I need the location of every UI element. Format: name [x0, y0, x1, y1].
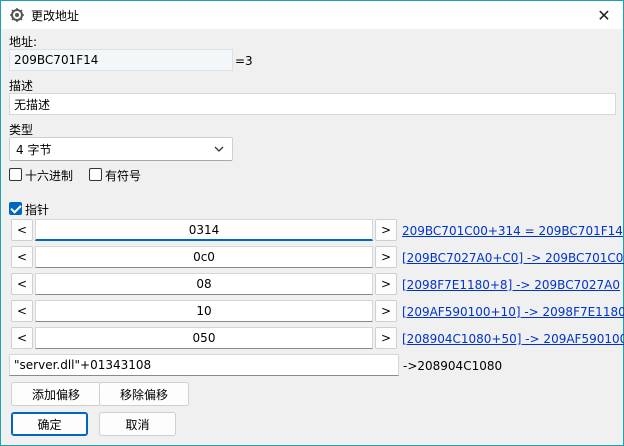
offset-link-1[interactable]: [209BC7027A0+C0] -> 209BC701C00 [402, 251, 624, 265]
type-selected-value: 4 字节 [16, 142, 52, 157]
description-input[interactable]: 无描述 [9, 93, 616, 115]
offset-decrement-button-1[interactable]: < [11, 246, 33, 268]
remove-offset-button[interactable]: 移除偏移 [99, 382, 189, 406]
type-select[interactable]: 4 字节 [9, 137, 233, 161]
offset-link-2[interactable]: [2098F7E1180+8] -> 209BC7027A0 [402, 278, 620, 292]
hex-label: 十六进制 [25, 169, 74, 183]
window-title: 更改地址 [31, 9, 80, 23]
app-gear-icon [10, 8, 24, 22]
signed-checkbox[interactable] [89, 168, 102, 181]
offset-input-1[interactable]: 0c0 [35, 246, 373, 268]
offset-input-4[interactable]: 050 [35, 327, 373, 349]
cancel-button[interactable]: 取消 [99, 412, 176, 436]
offset-link-3[interactable]: [209AF590100+10] -> 2098F7E1180 [402, 305, 624, 319]
offset-increment-button-0[interactable]: > [375, 219, 397, 241]
offset-decrement-button-2[interactable]: < [11, 273, 33, 295]
base-address-input[interactable]: "server.dll"+01343108 [9, 354, 399, 376]
ok-button[interactable]: 确定 [11, 412, 88, 436]
close-icon: ✕ [597, 5, 611, 25]
signed-label: 有符号 [105, 169, 142, 183]
description-label: 描述 [9, 79, 34, 93]
offset-decrement-button-4[interactable]: < [11, 327, 33, 349]
offset-increment-button-1[interactable]: > [375, 246, 397, 268]
add-offset-button[interactable]: 添加偏移 [11, 382, 101, 406]
offset-decrement-button-0[interactable]: < [11, 219, 33, 241]
hex-checkbox[interactable] [9, 168, 22, 181]
address-label: 地址: [9, 35, 38, 49]
offset-input-3[interactable]: 10 [35, 300, 373, 322]
offset-decrement-button-3[interactable]: < [11, 300, 33, 322]
offset-link-0[interactable]: 209BC701C00+314 = 209BC701F14 [402, 224, 623, 238]
change-address-dialog: 更改地址 ✕ 地址: 209BC701F14 =3 描述 无描述 类型 4 字节… [0, 0, 624, 446]
offset-increment-button-3[interactable]: > [375, 300, 397, 322]
close-button[interactable]: ✕ [587, 1, 621, 29]
offset-increment-button-4[interactable]: > [375, 327, 397, 349]
offset-input-2[interactable]: 08 [35, 273, 373, 295]
chevron-down-icon [214, 146, 224, 152]
offset-input-0[interactable]: 0314 [35, 219, 373, 241]
offset-increment-button-2[interactable]: > [375, 273, 397, 295]
pointer-label: 指针 [25, 203, 50, 217]
title-bar[interactable]: 更改地址 ✕ [1, 1, 623, 29]
pointer-checkbox[interactable] [9, 202, 22, 215]
base-address-result: ->208904C1080 [403, 359, 503, 373]
offset-link-4[interactable]: [208904C1080+50] -> 209AF590100 [402, 332, 624, 346]
address-input[interactable]: 209BC701F14 [9, 49, 233, 71]
address-result: =3 [235, 54, 253, 68]
type-label: 类型 [9, 123, 34, 137]
